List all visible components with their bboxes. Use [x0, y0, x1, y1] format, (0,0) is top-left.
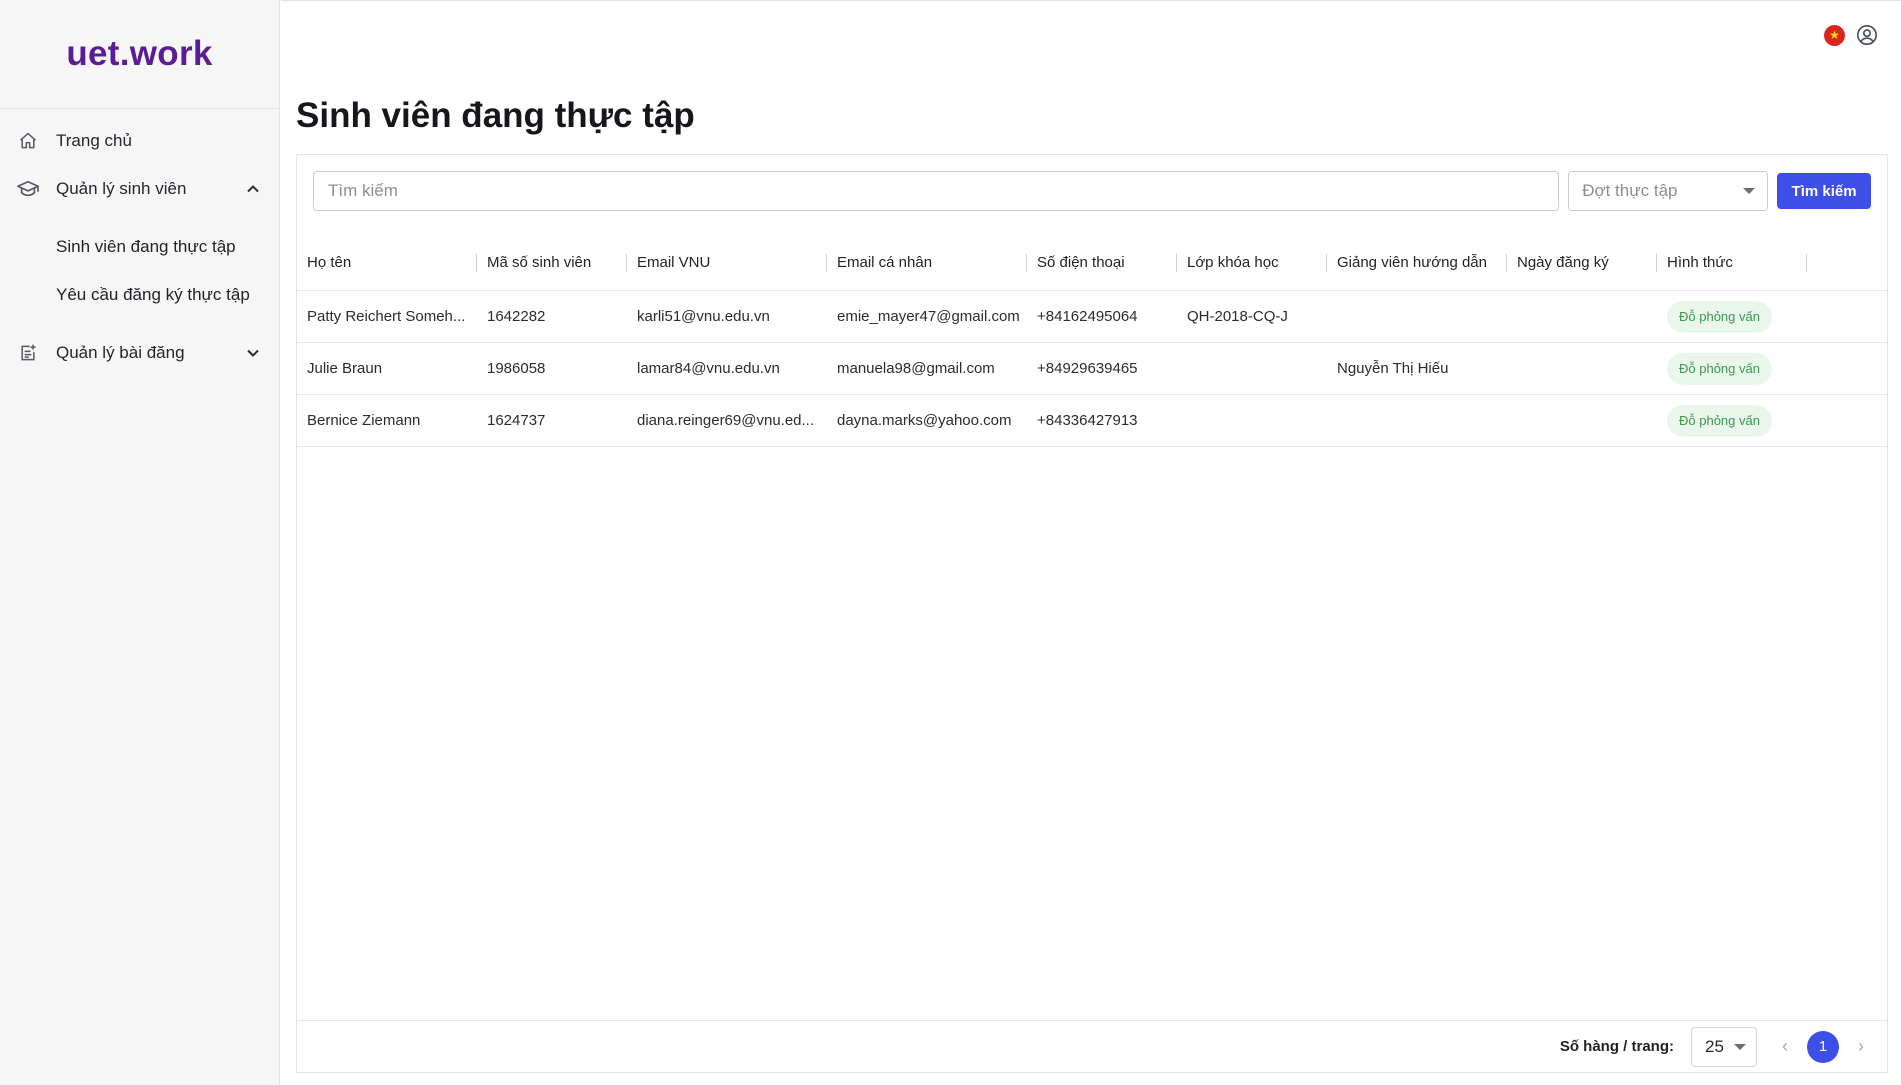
sidebar-subitem-current-interns[interactable]: Sinh viên đang thực tập [0, 223, 279, 271]
table-pagination: Số hàng / trang: 25 ‹ 1 › [297, 1020, 1887, 1072]
vietnam-flag-icon[interactable]: ★ [1824, 24, 1845, 46]
students-table-card: Đợt thực tập Tìm kiếm Họ tên Mã số sinh … [296, 154, 1888, 1073]
sidebar-item-label: Quản lý sinh viên [56, 179, 187, 198]
sidebar-item-student-management[interactable]: Quản lý sinh viên [0, 165, 279, 213]
search-button[interactable]: Tìm kiếm [1777, 173, 1872, 209]
cell-name: Bernice Ziemann [307, 412, 421, 429]
table-row[interactable]: Bernice Ziemann 1624737 diana.reinger69@… [297, 395, 1887, 447]
cell-student-id: 1986058 [487, 360, 546, 377]
cell-student-id: 1624737 [487, 412, 546, 429]
cell-phone: +84929639465 [1037, 360, 1138, 377]
app-logo[interactable]: uet.work [0, 0, 279, 109]
student-submenu: Sinh viên đang thực tập Yêu cầu đăng ký … [0, 213, 279, 329]
rows-per-page-label: Số hàng / trang: [1559, 1038, 1674, 1055]
cell-phone: +84336427913 [1037, 412, 1138, 429]
cell-email-vnu: lamar84@vnu.edu.vn [637, 360, 780, 377]
graduation-cap-icon [16, 177, 40, 201]
column-header-advisor[interactable]: Giảng viên hướng dẫn [1327, 235, 1507, 291]
cell-type: Đỗ phỏng vấn [1657, 404, 1807, 437]
rows-per-page-select[interactable]: 25 [1691, 1026, 1757, 1067]
post-add-icon [16, 341, 40, 365]
page-number-button[interactable]: 1 [1807, 1030, 1839, 1063]
rows-per-page-value: 25 [1705, 1036, 1724, 1056]
dropdown-caret-icon [1734, 1043, 1746, 1050]
students-table: Họ tên Mã số sinh viên Email VNU Email c… [297, 235, 1887, 447]
status-badge: Đỗ phỏng vấn [1667, 300, 1772, 333]
chevron-up-icon[interactable] [243, 179, 263, 199]
column-header-class[interactable]: Lớp khóa học [1177, 235, 1327, 291]
column-header-phone[interactable]: Số điện thoại [1027, 235, 1177, 291]
status-badge: Đỗ phỏng vấn [1667, 404, 1772, 437]
sidebar-item-home[interactable]: Trang chủ [0, 117, 279, 165]
chevron-down-icon[interactable] [243, 343, 263, 363]
status-badge: Đỗ phỏng vấn [1667, 352, 1772, 385]
cell-student-id: 1642282 [487, 308, 546, 325]
cell-advisor: Nguyễn Thị Hiếu [1337, 360, 1449, 377]
search-toolbar: Đợt thực tập Tìm kiếm [313, 171, 1872, 211]
cell-class: QH-2018-CQ-J [1187, 308, 1288, 325]
home-icon [16, 129, 40, 153]
sidebar-item-label: Trang chủ [56, 131, 132, 150]
cell-email-vnu: karli51@vnu.edu.vn [637, 308, 770, 325]
dropdown-caret-icon [1743, 188, 1756, 194]
cell-type: Đỗ phỏng vấn [1657, 352, 1807, 385]
topbar-actions: ★ [1824, 23, 1879, 47]
sidebar-nav: Trang chủ Quản lý sinh viên Sinh viên đa… [0, 109, 279, 377]
cell-type: Đỗ phỏng vấn [1657, 300, 1807, 333]
cell-name: Julie Braun [307, 360, 383, 377]
table-row[interactable]: Patty Reichert Someh... 1642282 karli51@… [297, 291, 1887, 343]
page-title: Sinh viên đang thực tập [296, 96, 695, 135]
table-header: Họ tên Mã số sinh viên Email VNU Email c… [297, 235, 1887, 291]
sidebar: uet.work Trang chủ Quản lý sinh viên Sin… [0, 0, 280, 1085]
search-input[interactable] [313, 171, 1560, 211]
chevron-left-icon[interactable]: ‹ [1771, 1033, 1799, 1061]
column-header-registration-date[interactable]: Ngày đăng ký [1507, 235, 1657, 291]
user-account-icon[interactable] [1855, 23, 1879, 47]
cell-name: Patty Reichert Someh... [307, 308, 466, 325]
internship-period-select[interactable]: Đợt thực tập [1568, 171, 1769, 211]
column-header-name[interactable]: Họ tên [297, 235, 477, 291]
main-content: ★ Sinh viên đang thực tập Đợt thực tập T… [281, 0, 1901, 1085]
column-header-email-personal[interactable]: Email cá nhân [827, 235, 1027, 291]
column-header-email-vnu[interactable]: Email VNU [627, 235, 827, 291]
cell-email-personal: dayna.marks@yahoo.com [837, 412, 1012, 429]
sidebar-item-post-management[interactable]: Quản lý bài đăng [0, 329, 279, 377]
chevron-right-icon[interactable]: › [1847, 1033, 1875, 1061]
cell-email-personal: emie_mayer47@gmail.com [837, 308, 1020, 325]
cell-email-personal: manuela98@gmail.com [837, 360, 995, 377]
cell-phone: +84162495064 [1037, 308, 1138, 325]
sidebar-item-label: Quản lý bài đăng [56, 343, 185, 362]
column-header-student-id[interactable]: Mã số sinh viên [477, 235, 627, 291]
table-row[interactable]: Julie Braun 1986058 lamar84@vnu.edu.vn m… [297, 343, 1887, 395]
internship-period-placeholder: Đợt thực tập [1582, 181, 1678, 200]
cell-email-vnu: diana.reinger69@vnu.ed... [637, 412, 815, 429]
column-header-type[interactable]: Hình thức [1657, 235, 1807, 291]
sidebar-subitem-internship-requests[interactable]: Yêu cầu đăng ký thực tập [0, 271, 279, 319]
